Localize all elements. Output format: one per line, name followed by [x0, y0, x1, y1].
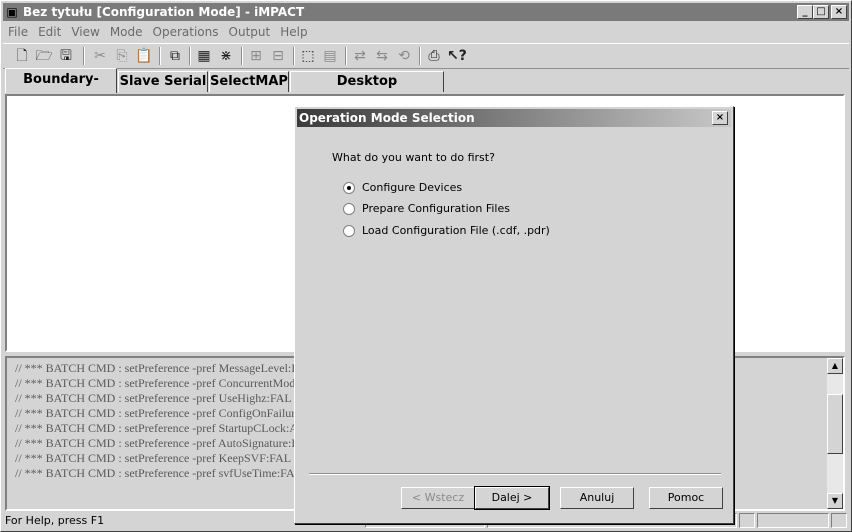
- back-button[interactable]: < Wstecz: [401, 487, 475, 509]
- toolbar-separator: [241, 47, 243, 65]
- toolbar-separator: [83, 47, 85, 65]
- menu-bar: File Edit View Mode Operations Output Help: [3, 22, 313, 42]
- window-title: Bez tytułu [Configuration Mode] - iMPACT: [23, 5, 305, 19]
- console-line: // *** BATCH CMD : setPreference -pref M…: [15, 361, 296, 375]
- console-line: // *** BATCH CMD : setPreference -pref U…: [15, 391, 292, 405]
- tab-bar: Boundary-Scan Slave Serial SelectMAP Des…: [3, 68, 849, 109]
- maximize-button[interactable]: □: [813, 5, 829, 19]
- whats-this-icon[interactable]: ↖?: [447, 47, 467, 65]
- chain-icon[interactable]: ⧉: [166, 47, 184, 65]
- option-label: Configure Devices: [362, 181, 463, 194]
- tab-desktop-configuration[interactable]: Desktop Configuration: [290, 71, 444, 109]
- panel-icon[interactable]: ▤: [321, 47, 339, 65]
- option-label: Load Configuration File (.cdf, .pdr): [362, 224, 550, 237]
- option-label: Prepare Configuration Files: [362, 202, 510, 215]
- scroll-thumb[interactable]: [827, 394, 843, 454]
- menu-help[interactable]: Help: [275, 22, 312, 42]
- menu-edit[interactable]: Edit: [33, 22, 66, 42]
- print-icon[interactable]: ⎙: [425, 47, 443, 65]
- console-line: // *** BATCH CMD : setPreference -pref s…: [15, 466, 295, 480]
- grid-2-icon[interactable]: ⊟: [269, 47, 287, 65]
- radio-button[interactable]: [343, 182, 355, 194]
- grid-icon[interactable]: ⊞: [247, 47, 265, 65]
- toolbar-separator: [345, 47, 347, 65]
- app-icon: ▣: [6, 5, 18, 19]
- loop-icon[interactable]: ⟲: [395, 47, 413, 65]
- console-line: // *** BATCH CMD : setPreference -pref C…: [15, 376, 296, 390]
- connect-2-icon[interactable]: ⇆: [373, 47, 391, 65]
- toolbar-separator: [189, 47, 191, 65]
- copy-icon[interactable]: ⎘: [113, 47, 131, 65]
- console-scrollbar[interactable]: ▲ ▼: [827, 358, 843, 509]
- close-button[interactable]: ×: [831, 5, 847, 19]
- menu-mode[interactable]: Mode: [105, 22, 148, 42]
- radio-button[interactable]: [343, 225, 355, 237]
- status-cell: [739, 513, 755, 528]
- status-cell: [831, 513, 847, 528]
- console-line: // *** BATCH CMD : setPreference -pref K…: [15, 451, 292, 465]
- dialog-title: Operation Mode Selection: [299, 111, 475, 125]
- tab-boundary-scan[interactable]: Boundary-Scan: [5, 68, 117, 109]
- window-controls: _ □ ×: [797, 5, 847, 19]
- dialog-question: What do you want to do first?: [332, 151, 495, 164]
- open-folder-icon[interactable]: 🗁: [35, 47, 53, 65]
- console-line: // *** BATCH CMD : setPreference -pref S…: [15, 421, 298, 435]
- save-icon[interactable]: 🖫: [57, 47, 75, 65]
- menu-file[interactable]: File: [3, 22, 33, 42]
- cut-icon[interactable]: ✂: [91, 47, 109, 65]
- toolbar-separator: [159, 47, 161, 65]
- chip-array-2-icon[interactable]: ⋇: [217, 47, 235, 65]
- chip-icon[interactable]: ⬚: [299, 47, 317, 65]
- dialog-close-button[interactable]: ×: [712, 111, 728, 125]
- dialog-separator: [309, 473, 721, 475]
- console-line: // *** BATCH CMD : setPreference -pref A…: [15, 436, 296, 450]
- next-button[interactable]: Dalej >: [474, 486, 550, 510]
- tab-slave-serial[interactable]: Slave Serial: [118, 71, 208, 92]
- scroll-down-icon[interactable]: ▼: [827, 493, 843, 509]
- cancel-button[interactable]: Anuluj: [560, 487, 634, 509]
- tab-selectmap[interactable]: SelectMAP: [209, 71, 289, 92]
- new-file-icon[interactable]: 🗋: [13, 47, 31, 65]
- chip-array-icon[interactable]: ▦: [195, 47, 213, 65]
- connect-icon[interactable]: ⇄: [351, 47, 369, 65]
- radio-button[interactable]: [343, 203, 355, 215]
- paste-icon[interactable]: 📋: [135, 47, 153, 65]
- menu-output[interactable]: Output: [224, 22, 276, 42]
- toolbar: 🗋 🗁 🖫 ✂ ⎘ 📋 ⧉ ▦ ⋇ ⊞ ⊟ ⬚ ▤ ⇄ ⇆ ⟲ ⎙ ↖?: [3, 43, 849, 69]
- status-help-text: For Help, press F1: [5, 514, 105, 527]
- toolbar-separator: [293, 47, 295, 65]
- status-cell: [757, 513, 829, 528]
- operation-mode-dialog: Operation Mode Selection × What do you w…: [294, 106, 734, 524]
- minimize-button[interactable]: _: [797, 5, 813, 19]
- title-bar[interactable]: ▣ Bez tytułu [Configuration Mode] - iMPA…: [3, 3, 849, 21]
- console-line: // *** BATCH CMD : setPreference -pref C…: [15, 406, 296, 420]
- menu-view[interactable]: View: [66, 22, 104, 42]
- toolbar-separator: [419, 47, 421, 65]
- menu-operations[interactable]: Operations: [148, 22, 224, 42]
- dialog-title-bar[interactable]: Operation Mode Selection ×: [297, 109, 731, 127]
- scroll-up-icon[interactable]: ▲: [827, 358, 843, 374]
- help-button[interactable]: Pomoc: [649, 487, 723, 509]
